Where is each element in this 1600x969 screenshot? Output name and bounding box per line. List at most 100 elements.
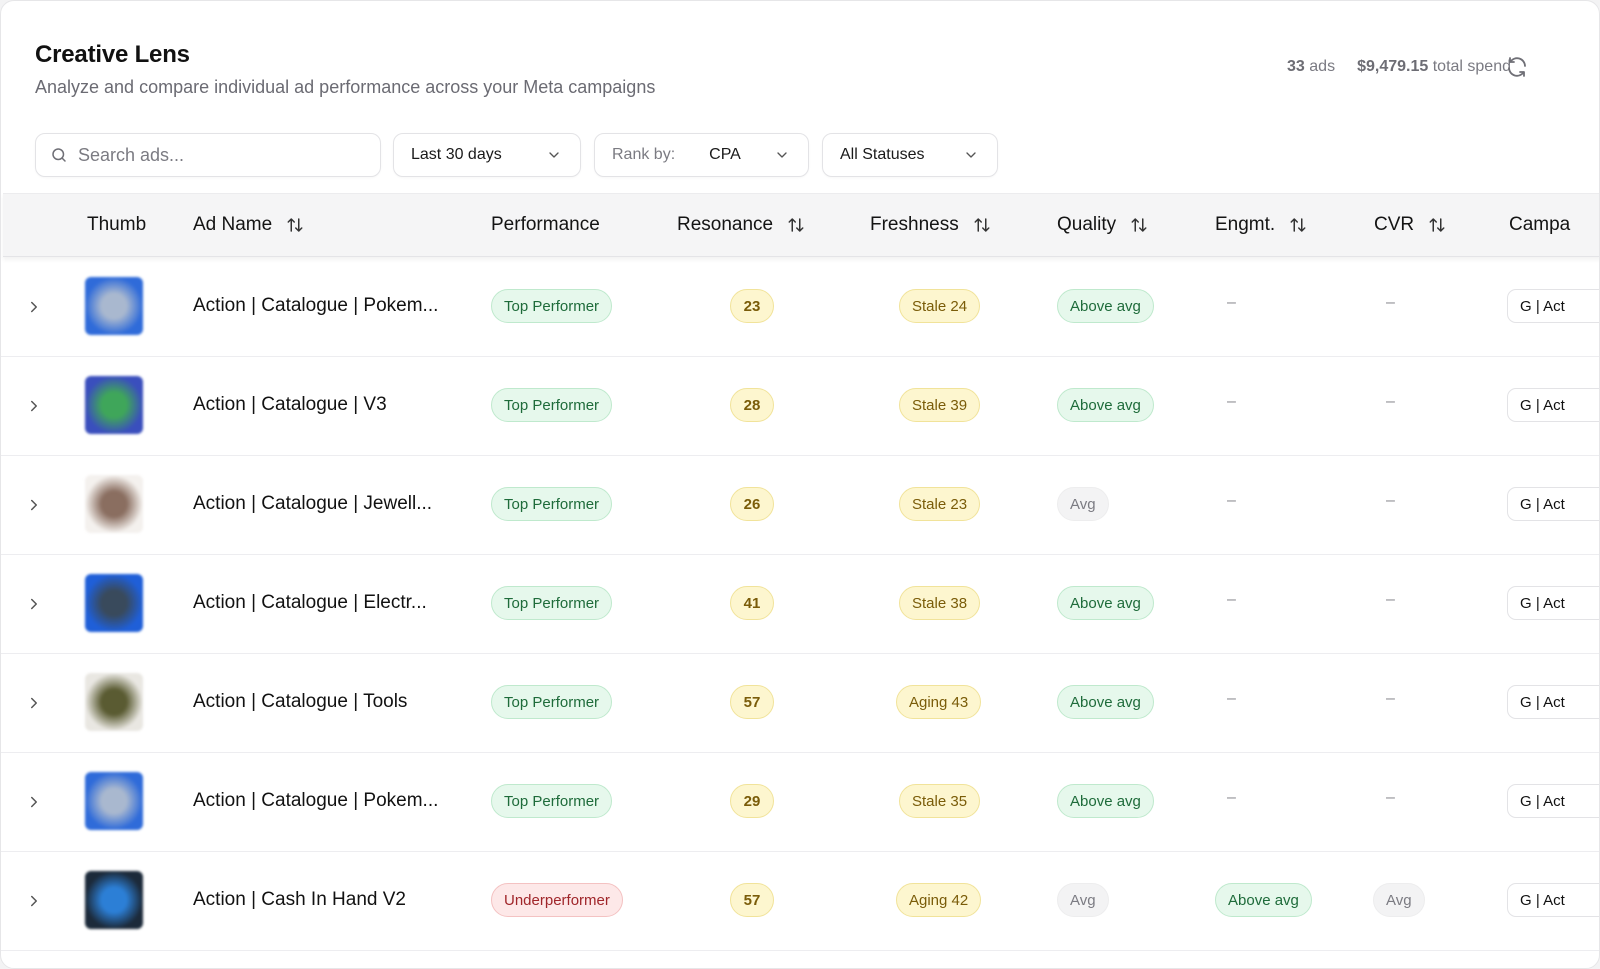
column-performance-label: Performance bbox=[491, 214, 600, 235]
ad-name[interactable]: Action | Cash In Hand V2 bbox=[193, 889, 406, 911]
chevron-right-icon[interactable] bbox=[25, 694, 43, 712]
table-row[interactable]: Action | Catalogue | Electr... Top Perfor… bbox=[1, 555, 1599, 654]
cvr-empty: – bbox=[1386, 294, 1395, 311]
table-row[interactable]: Action | Catalogue | Jewell... Top Perfor… bbox=[1, 456, 1599, 555]
performance-badge: Top Performer bbox=[491, 289, 613, 323]
column-campaign-label: Campa bbox=[1509, 214, 1571, 235]
campaign-tag[interactable]: G | Act bbox=[1507, 289, 1599, 323]
creative-lens-panel: Creative Lens Analyze and compare indivi… bbox=[0, 0, 1600, 969]
ad-thumbnail[interactable] bbox=[85, 574, 143, 632]
table-row[interactable]: Action | Cash In Hand V2 Underperformer 57… bbox=[1, 852, 1599, 951]
rank-by-dropdown[interactable]: Rank by: CPA bbox=[594, 133, 809, 177]
refresh-icon[interactable] bbox=[1505, 55, 1529, 79]
ad-name[interactable]: Action | Catalogue | Electr... bbox=[193, 592, 427, 614]
ad-name[interactable]: Action | Catalogue | Pokem... bbox=[193, 790, 438, 812]
campaign-tag[interactable]: G | Act bbox=[1507, 388, 1599, 422]
rank-by-value: CPA bbox=[709, 146, 741, 163]
performance-badge: Underperformer bbox=[491, 883, 623, 917]
total-spend-label: total spend bbox=[1432, 58, 1511, 75]
sort-icon[interactable] bbox=[973, 216, 991, 234]
campaign-tag[interactable]: G | Act bbox=[1507, 883, 1599, 917]
ad-thumbnail[interactable] bbox=[85, 475, 143, 533]
column-engagement-label: Engmt. bbox=[1215, 214, 1276, 235]
status-dropdown[interactable]: All Statuses bbox=[822, 133, 998, 177]
quality-badge: Above avg bbox=[1057, 685, 1154, 719]
campaign-tag[interactable]: G | Act bbox=[1507, 784, 1599, 818]
freshness-badge: Aging 42 bbox=[896, 883, 982, 917]
performance-badge: Top Performer bbox=[491, 586, 613, 620]
ad-name[interactable]: Action | Catalogue | V3 bbox=[193, 394, 387, 416]
chevron-right-icon[interactable] bbox=[25, 397, 43, 415]
table-row[interactable]: Action | Catalogue | Tools Top Performer 5… bbox=[1, 654, 1599, 753]
ad-thumbnail[interactable] bbox=[85, 277, 143, 335]
page-title: Creative Lens bbox=[35, 41, 190, 68]
column-ad-name[interactable]: Ad Name bbox=[193, 214, 304, 236]
quality-badge: Above avg bbox=[1057, 388, 1154, 422]
resonance-score: 28 bbox=[730, 388, 774, 422]
rank-by-label: Rank by: bbox=[612, 146, 676, 163]
quality-badge: Avg bbox=[1057, 487, 1109, 521]
campaign-tag[interactable]: G | Act bbox=[1507, 487, 1599, 521]
resonance-score: 41 bbox=[730, 586, 774, 620]
search-box[interactable] bbox=[35, 133, 381, 177]
ad-thumbnail[interactable] bbox=[85, 772, 143, 830]
column-thumb-label: Thumb bbox=[87, 214, 147, 235]
search-input[interactable] bbox=[78, 144, 358, 166]
resonance-score: 57 bbox=[730, 685, 774, 719]
engagement-empty: – bbox=[1227, 789, 1236, 806]
sort-icon[interactable] bbox=[1428, 216, 1446, 234]
column-freshness[interactable]: Freshness bbox=[870, 214, 991, 236]
freshness-badge: Stale 38 bbox=[899, 586, 981, 620]
freshness-badge: Stale 39 bbox=[899, 388, 981, 422]
freshness-badge: Stale 23 bbox=[899, 487, 981, 521]
sort-icon[interactable] bbox=[1130, 216, 1148, 234]
column-cvr[interactable]: CVR bbox=[1374, 214, 1446, 236]
column-cvr-label: CVR bbox=[1374, 214, 1415, 235]
ad-thumbnail[interactable] bbox=[85, 871, 143, 929]
column-resonance[interactable]: Resonance bbox=[677, 214, 805, 236]
chevron-right-icon[interactable] bbox=[25, 496, 43, 514]
cvr-empty: – bbox=[1386, 690, 1395, 707]
ad-name[interactable]: Action | Catalogue | Pokem... bbox=[193, 295, 438, 317]
table-row[interactable]: Action | Catalogue | Pokem... Top Perform… bbox=[1, 753, 1599, 852]
chevron-right-icon[interactable] bbox=[25, 892, 43, 910]
cvr-empty: – bbox=[1386, 492, 1395, 509]
ad-name[interactable]: Action | Catalogue | Tools bbox=[193, 691, 407, 713]
table-row[interactable]: Action | Catalogue | V3 Top Performer 28 St… bbox=[1, 357, 1599, 456]
column-freshness-label: Freshness bbox=[870, 214, 959, 235]
performance-badge: Top Performer bbox=[491, 784, 613, 818]
resonance-score: 29 bbox=[730, 784, 774, 818]
total-spend-stat: $9,479.15 total spend bbox=[1357, 58, 1511, 76]
chevron-right-icon[interactable] bbox=[25, 595, 43, 613]
page-subtitle: Analyze and compare individual ad perfor… bbox=[35, 77, 656, 97]
quality-badge: Above avg bbox=[1057, 586, 1154, 620]
engagement-empty: – bbox=[1227, 690, 1236, 707]
table-row[interactable]: Action | Catalogue | Pokem... Top Perform… bbox=[1, 258, 1599, 357]
campaign-tag[interactable]: G | Act bbox=[1507, 685, 1599, 719]
column-engagement[interactable]: Engmt. bbox=[1215, 214, 1307, 236]
resonance-score: 26 bbox=[730, 487, 774, 521]
ads-count-label: ads bbox=[1309, 58, 1336, 75]
quality-badge: Above avg bbox=[1057, 289, 1154, 323]
cvr-empty: – bbox=[1386, 393, 1395, 410]
ad-name[interactable]: Action | Catalogue | Jewell... bbox=[193, 493, 432, 515]
sort-icon[interactable] bbox=[1289, 216, 1307, 234]
chevron-right-icon[interactable] bbox=[25, 298, 43, 316]
sort-icon[interactable] bbox=[787, 216, 805, 234]
sort-icon[interactable] bbox=[286, 216, 304, 234]
engagement-empty: – bbox=[1227, 492, 1236, 509]
freshness-badge: Stale 35 bbox=[899, 784, 981, 818]
freshness-badge: Stale 24 bbox=[899, 289, 981, 323]
ad-thumbnail[interactable] bbox=[85, 376, 143, 434]
summary-stats: 33 ads $9,479.15 total spend bbox=[1287, 58, 1511, 76]
resonance-score: 57 bbox=[730, 883, 774, 917]
date-range-dropdown[interactable]: Last 30 days bbox=[393, 133, 581, 177]
ad-thumbnail[interactable] bbox=[85, 673, 143, 731]
chevron-down-icon bbox=[966, 152, 976, 158]
column-performance: Performance bbox=[491, 214, 600, 236]
column-quality[interactable]: Quality bbox=[1057, 214, 1148, 236]
column-ad-name-label: Ad Name bbox=[193, 214, 273, 235]
campaign-tag[interactable]: G | Act bbox=[1507, 586, 1599, 620]
chevron-down-icon bbox=[549, 152, 559, 158]
chevron-right-icon[interactable] bbox=[25, 793, 43, 811]
